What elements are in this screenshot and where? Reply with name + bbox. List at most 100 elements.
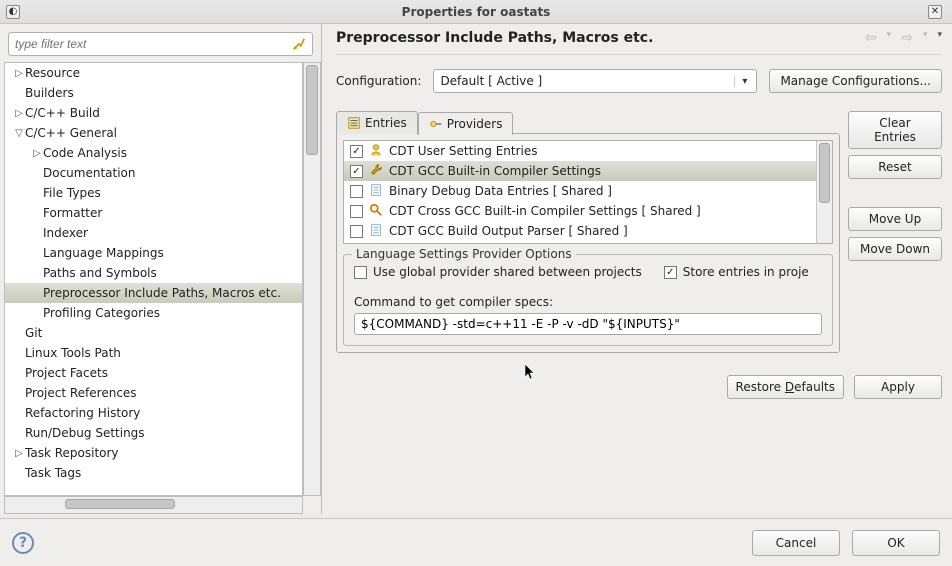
provider-options-title: Language Settings Provider Options (352, 247, 576, 261)
wrench-icon (369, 163, 383, 180)
tree-item[interactable]: ▽C/C++ General (5, 123, 302, 143)
tree-item[interactable]: Profiling Categories (5, 303, 302, 323)
provider-checkbox[interactable] (350, 225, 363, 238)
reset-button[interactable]: Reset (848, 155, 942, 179)
tree-item-label: Task Repository (25, 446, 119, 460)
tree-item[interactable]: ▷Task Repository (5, 443, 302, 463)
combo-arrow-icon: ▾ (734, 76, 750, 87)
sidebar: ▷ResourceBuilders▷C/C++ Build▽C/C++ Gene… (0, 24, 322, 514)
tree-item[interactable]: Builders (5, 83, 302, 103)
configuration-value: Default [ Active ] (440, 74, 734, 88)
use-global-checkbox[interactable] (354, 266, 367, 279)
provider-checkbox[interactable] (350, 185, 363, 198)
tree-item[interactable]: ▷C/C++ Build (5, 103, 302, 123)
tab-entries[interactable]: Entries (336, 111, 418, 134)
move-down-button[interactable]: Move Down (848, 237, 942, 261)
expander-closed-icon[interactable]: ▷ (13, 108, 25, 119)
nav-back-menu-icon[interactable]: ▾ (887, 30, 892, 46)
tree-horizontal-scrollbar[interactable] (4, 496, 303, 514)
nav-forward-icon[interactable]: ⇨ (901, 30, 913, 46)
move-up-button[interactable]: Move Up (848, 207, 942, 231)
provider-label: CDT GCC Build Output Parser [ Shared ] (389, 224, 628, 238)
filter-field-wrap[interactable] (8, 32, 313, 56)
tree-item-label: Task Tags (25, 466, 81, 480)
doc-icon (369, 183, 383, 200)
tree-item-label: Indexer (43, 226, 88, 240)
store-entries-checkbox[interactable]: ✓ (664, 266, 677, 279)
tree-item[interactable]: File Types (5, 183, 302, 203)
nav-forward-menu-icon[interactable]: ▾ (923, 30, 928, 46)
tree-vertical-scrollbar[interactable] (303, 62, 321, 496)
tree-item[interactable]: ▷Resource (5, 63, 302, 83)
tree-item[interactable]: Refactoring History (5, 403, 302, 423)
tree-item-label: File Types (43, 186, 101, 200)
close-icon[interactable]: ✕ (928, 5, 942, 19)
clear-filter-icon[interactable] (292, 37, 306, 51)
titlebar: ◐ Properties for oastats ✕ (0, 0, 952, 24)
doc-icon (369, 223, 383, 240)
nav-back-icon[interactable]: ⇦ (865, 30, 877, 46)
tree-item-label: Formatter (43, 206, 102, 220)
tree-item[interactable]: Documentation (5, 163, 302, 183)
person-icon (369, 143, 383, 160)
apply-button[interactable]: Apply (854, 375, 942, 399)
provider-checkbox[interactable]: ✓ (350, 165, 363, 178)
provider-row[interactable]: Binary Debug Data Entries [ Shared ] (344, 181, 816, 201)
help-icon[interactable]: ? (12, 532, 34, 554)
tree-item[interactable]: Linux Tools Path (5, 343, 302, 363)
tree-item[interactable]: Project References (5, 383, 302, 403)
tree-item[interactable]: Run/Debug Settings (5, 423, 302, 443)
store-entries-label: Store entries in proje (683, 265, 809, 279)
expander-closed-icon[interactable]: ▷ (31, 148, 43, 159)
tree-item[interactable]: ▷Code Analysis (5, 143, 302, 163)
provider-row[interactable]: ✓ CDT User Setting Entries (344, 141, 816, 161)
provider-label: CDT User Setting Entries (389, 144, 538, 158)
providers-tab-icon (429, 117, 443, 131)
list-vertical-scrollbar[interactable] (816, 141, 832, 243)
tree-item-label: Documentation (43, 166, 136, 180)
provider-row[interactable]: CDT Cross GCC Built-in Compiler Settings… (344, 201, 816, 221)
provider-options-group: Language Settings Provider Options Use g… (343, 254, 833, 346)
provider-row[interactable]: CDT GCC Build Output Parser [ Shared ] (344, 221, 816, 241)
entries-tab-icon (347, 116, 361, 130)
nav-overflow-menu-icon[interactable]: ▾ (937, 30, 942, 46)
command-input[interactable] (354, 313, 822, 335)
providers-list[interactable]: ✓ CDT User Setting Entries ✓ CDT GCC Built-… (343, 140, 833, 244)
clear-entries-button[interactable]: Clear Entries (848, 111, 942, 149)
tree-item[interactable]: Project Facets (5, 363, 302, 383)
provider-label: Binary Debug Data Entries [ Shared ] (389, 184, 612, 198)
tree-item-label: C/C++ Build (25, 106, 100, 120)
tree-item-label: Code Analysis (43, 146, 127, 160)
tree-item[interactable]: Language Mappings (5, 243, 302, 263)
provider-checkbox[interactable] (350, 205, 363, 218)
provider-label: CDT GCC Built-in Compiler Settings (389, 164, 601, 178)
tab-providers-label: Providers (447, 117, 503, 131)
window-menu-icon[interactable]: ◐ (6, 5, 20, 19)
tree-item[interactable]: Preprocessor Include Paths, Macros etc. (5, 283, 302, 303)
expander-open-icon[interactable]: ▽ (13, 128, 25, 139)
command-label: Command to get compiler specs: (354, 295, 822, 309)
expander-closed-icon[interactable]: ▷ (13, 68, 25, 79)
category-tree[interactable]: ▷ResourceBuilders▷C/C++ Build▽C/C++ Gene… (4, 62, 303, 496)
tree-item[interactable]: Git (5, 323, 302, 343)
restore-defaults-button[interactable]: Restore Defaults (727, 375, 844, 399)
filter-input[interactable] (15, 37, 292, 51)
provider-checkbox[interactable]: ✓ (350, 145, 363, 158)
dialog-footer: ? Cancel OK (0, 518, 952, 566)
tree-item[interactable]: Indexer (5, 223, 302, 243)
cancel-button[interactable]: Cancel (752, 530, 840, 556)
tab-providers[interactable]: Providers (418, 112, 514, 135)
tree-item-label: Project Facets (25, 366, 108, 380)
tree-item[interactable]: Paths and Symbols (5, 263, 302, 283)
expander-closed-icon[interactable]: ▷ (13, 448, 25, 459)
tree-item[interactable]: Formatter (5, 203, 302, 223)
tree-item[interactable]: Task Tags (5, 463, 302, 483)
configuration-combo[interactable]: Default [ Active ] ▾ (433, 69, 757, 93)
tree-item-label: Resource (25, 66, 80, 80)
providers-tab-panel: ✓ CDT User Setting Entries ✓ CDT GCC Built-… (336, 133, 840, 353)
provider-row[interactable]: ✓ CDT GCC Built-in Compiler Settings (344, 161, 816, 181)
manage-configurations-button[interactable]: Manage Configurations... (769, 69, 942, 93)
ok-button[interactable]: OK (852, 530, 940, 556)
main-panel: Preprocessor Include Paths, Macros etc. … (322, 24, 952, 514)
page-heading: Preprocessor Include Paths, Macros etc. (336, 30, 653, 46)
